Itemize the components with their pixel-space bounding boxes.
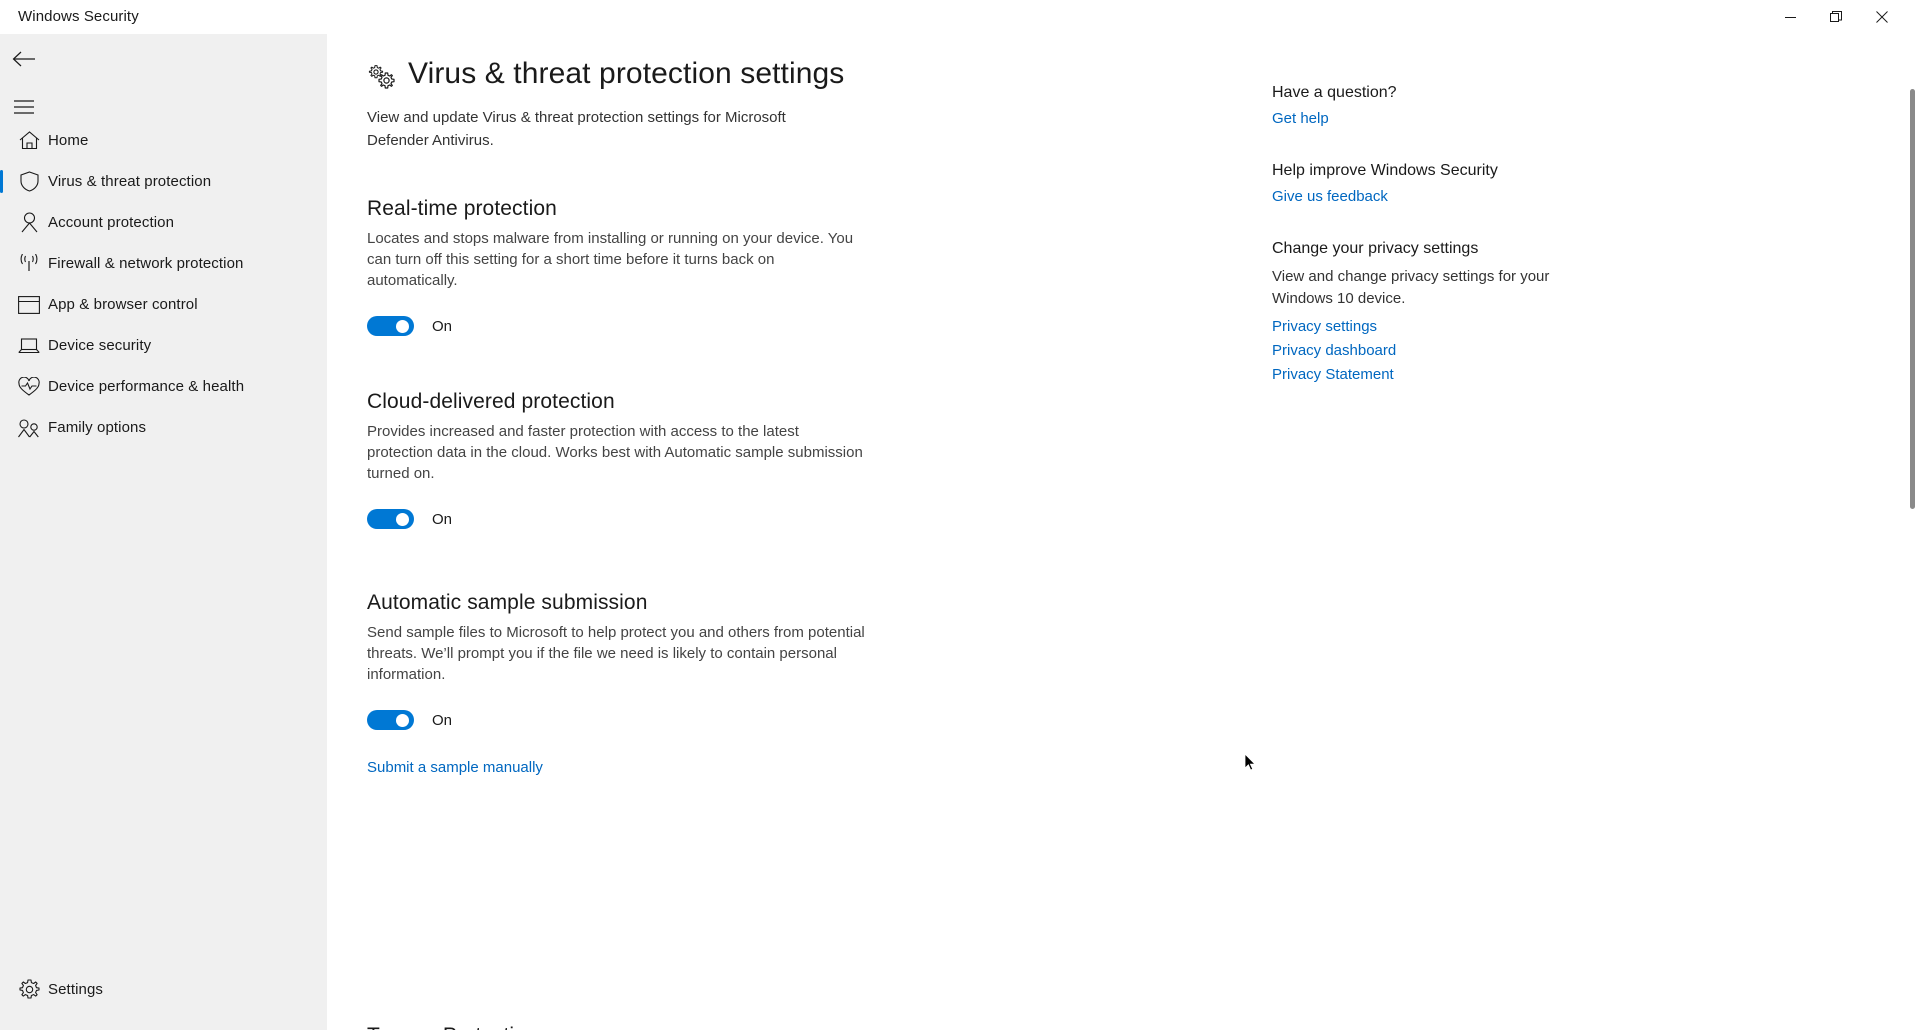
sidebar-item-label: Family options	[48, 419, 147, 436]
sidebar-item-account-protection[interactable]: Account protection	[0, 202, 327, 243]
section-title: Real-time protection	[367, 197, 557, 220]
wifi-icon	[10, 253, 48, 274]
gears-icon	[367, 64, 395, 95]
section-automatic-sample-submission: Automatic sample submission Send sample …	[367, 591, 887, 730]
family-icon	[10, 418, 48, 438]
info-block-have-a-question: Have a question? Get help	[1272, 84, 1572, 127]
toggle-state-label: On	[432, 317, 453, 335]
privacy-statement-link[interactable]: Privacy Statement	[1272, 366, 1572, 383]
sidebar-item-firewall-network-protection[interactable]: Firewall & network protection	[0, 243, 327, 284]
section-description: Provides increased and faster protection…	[367, 423, 863, 482]
sidebar-item-family-options[interactable]: Family options	[0, 407, 327, 448]
section-title: Tamper Protection	[367, 1024, 887, 1030]
sidebar-item-device-performance-health[interactable]: Device performance & health	[0, 366, 327, 407]
sidebar-item-label: Device security	[48, 337, 152, 354]
section-description: Locates and stops malware from installin…	[367, 230, 854, 289]
main-content: Virus & threat protection settings View …	[327, 34, 1920, 1030]
window-controls	[1767, 0, 1920, 34]
selection-accent	[0, 170, 3, 193]
toggle-state-label: On	[432, 510, 453, 528]
cloud-delivered-protection-toggle[interactable]	[367, 509, 414, 529]
automatic-sample-submission-toggle[interactable]	[367, 710, 414, 730]
page-header: Virus & threat protection settings	[367, 56, 844, 95]
sidebar: Home Virus & threat protection Account p…	[0, 34, 327, 1030]
give-us-feedback-link[interactable]: Give us feedback	[1272, 188, 1572, 205]
section-real-time-protection: Real-time protection Locates and stops m…	[367, 197, 887, 336]
person-icon	[10, 212, 48, 233]
sidebar-item-label: Virus & threat protection	[48, 173, 212, 190]
scrollbar-thumb[interactable]	[1910, 89, 1915, 509]
sidebar-item-label: App & browser control	[48, 296, 198, 313]
back-button[interactable]	[0, 39, 48, 79]
toggle-knob	[396, 512, 409, 526]
page-subtitle: View and update Virus & threat protectio…	[367, 109, 786, 149]
section-title: Cloud-delivered protection	[367, 390, 615, 413]
vertical-scrollbar[interactable]	[1904, 34, 1920, 1030]
real-time-protection-toggle[interactable]	[367, 316, 414, 336]
info-block-heading: Change your privacy settings	[1272, 240, 1479, 257]
sidebar-nav: Home Virus & threat protection Account p…	[0, 120, 327, 448]
toggle-row: On	[367, 509, 887, 529]
sidebar-item-label: Firewall & network protection	[48, 255, 244, 272]
privacy-dashboard-link[interactable]: Privacy dashboard	[1272, 342, 1572, 359]
sidebar-item-label: Home	[48, 132, 89, 149]
sidebar-item-virus-threat-protection[interactable]: Virus & threat protection	[0, 161, 327, 202]
title-bar: Windows Security	[0, 0, 1920, 34]
info-block-heading: Help improve Windows Security	[1272, 162, 1498, 179]
right-info-panel: Have a question? Get help Help improve W…	[1272, 84, 1572, 418]
gear-icon	[10, 979, 48, 1000]
toggle-knob	[396, 713, 409, 727]
info-block-body: View and change privacy settings for you…	[1272, 268, 1550, 307]
toggle-row: On	[367, 710, 887, 730]
sidebar-top-controls	[0, 34, 327, 127]
info-block-privacy-settings: Change your privacy settings View and ch…	[1272, 240, 1572, 383]
section-description: Send sample files to Microsoft to help p…	[367, 624, 865, 683]
toggle-state-label: On	[432, 711, 453, 729]
privacy-settings-link[interactable]: Privacy settings	[1272, 318, 1572, 335]
get-help-link[interactable]: Get help	[1272, 110, 1572, 127]
home-icon	[10, 131, 48, 150]
windows-security-app: Windows Security Home Virus & threat pro…	[0, 0, 1920, 1030]
sidebar-item-label: Device performance & health	[48, 378, 245, 395]
page-title: Virus & threat protection settings	[408, 57, 845, 90]
section-tamper-protection: Tamper Protection	[367, 1024, 887, 1030]
info-block-heading: Have a question?	[1272, 84, 1397, 101]
shield-icon	[10, 171, 48, 192]
heart-pulse-icon	[10, 376, 48, 397]
window-title: Windows Security	[18, 8, 139, 25]
sidebar-item-label: Account protection	[48, 214, 175, 231]
laptop-icon	[10, 337, 48, 355]
window-icon	[10, 295, 48, 314]
toggle-row: On	[367, 316, 887, 336]
window-controls-spacer	[1905, 0, 1920, 34]
submit-sample-manually-link[interactable]: Submit a sample manually	[367, 759, 543, 776]
close-button[interactable]	[1859, 0, 1905, 34]
sidebar-item-device-security[interactable]: Device security	[0, 325, 327, 366]
section-title: Automatic sample submission	[367, 591, 648, 614]
restore-button[interactable]	[1813, 0, 1859, 34]
toggle-knob	[396, 319, 409, 333]
sidebar-item-home[interactable]: Home	[0, 120, 327, 161]
minimize-button[interactable]	[1767, 0, 1813, 34]
sidebar-item-app-browser-control[interactable]: App & browser control	[0, 284, 327, 325]
sidebar-item-settings[interactable]: Settings	[0, 969, 327, 1010]
info-block-help-improve: Help improve Windows Security Give us fe…	[1272, 162, 1572, 205]
sidebar-item-label: Settings	[48, 981, 103, 998]
section-cloud-delivered-protection: Cloud-delivered protection Provides incr…	[367, 390, 887, 529]
